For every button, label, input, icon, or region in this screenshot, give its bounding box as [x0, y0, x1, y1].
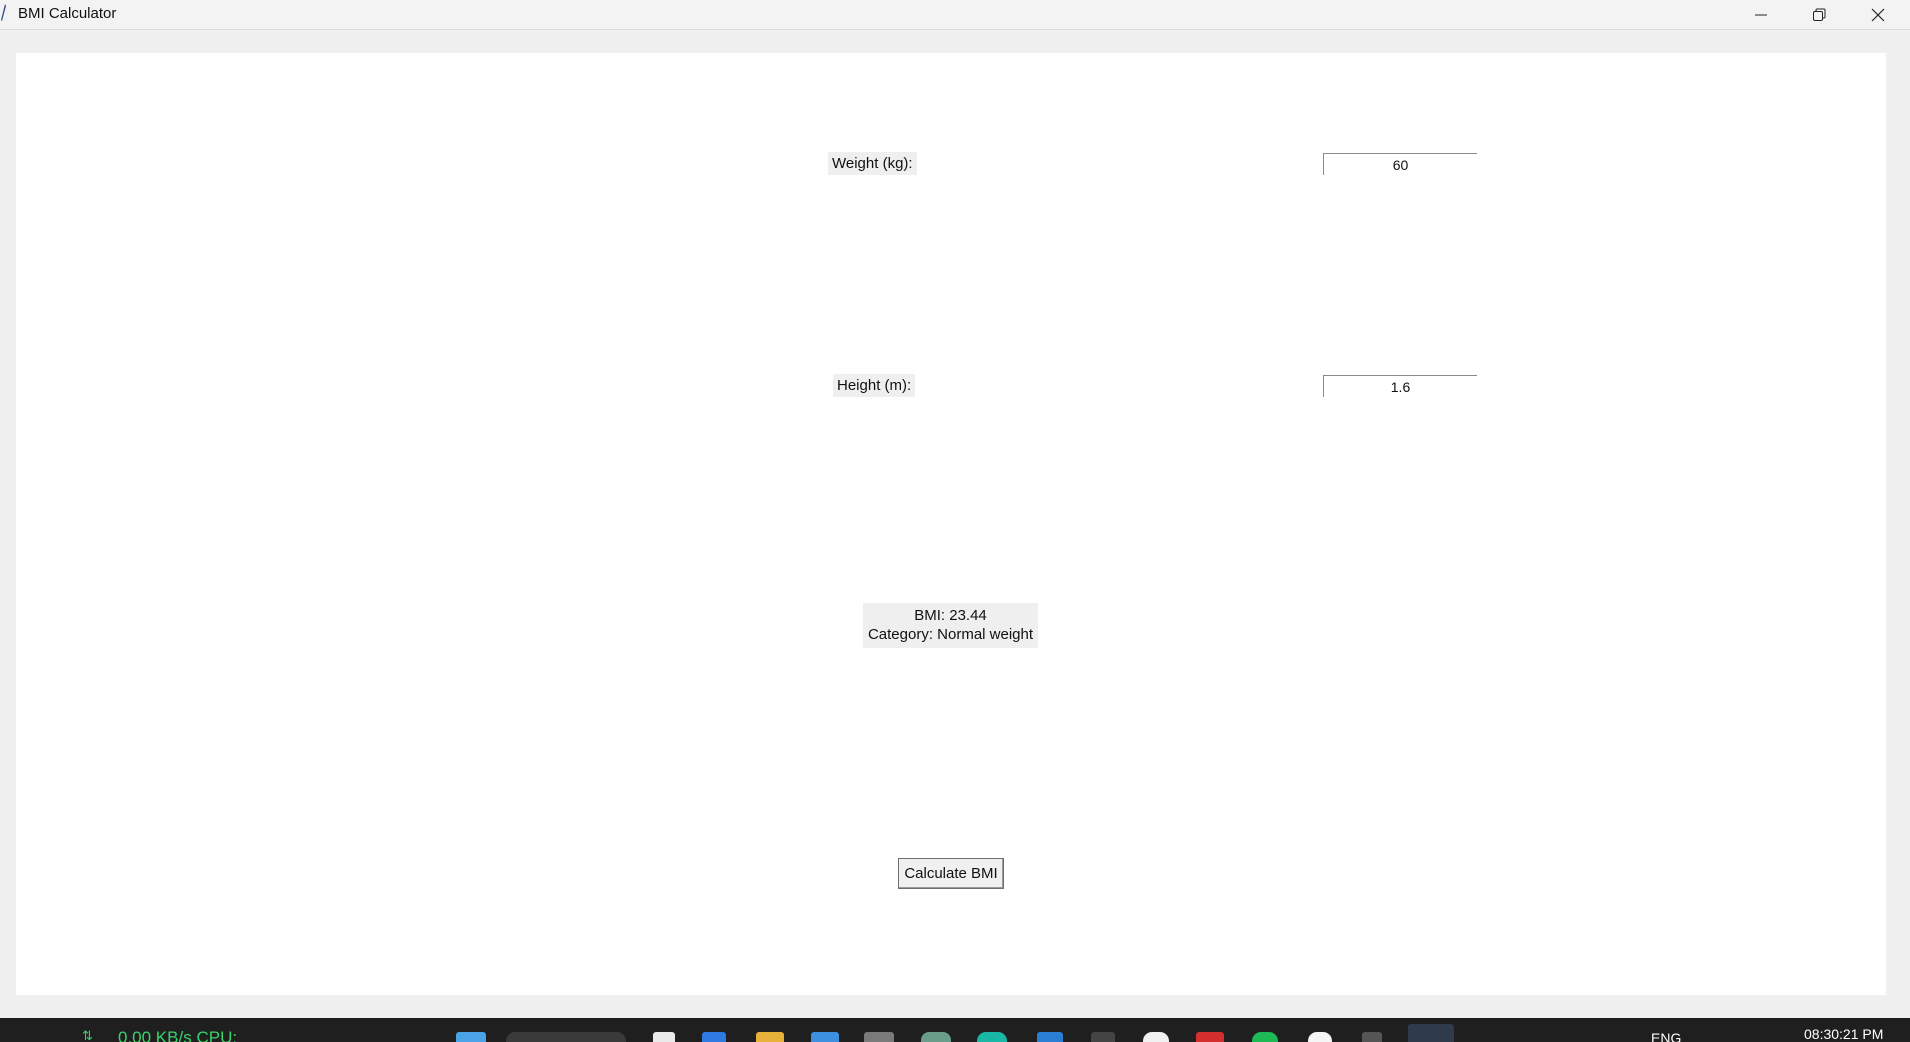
terminal-icon[interactable]	[864, 1032, 894, 1042]
close-button[interactable]	[1849, 0, 1907, 29]
white-app-icon[interactable]	[1308, 1032, 1332, 1042]
result-display: BMI: 23.44 Category: Normal weight	[863, 603, 1038, 648]
bmi-category-text: Category: Normal weight	[867, 626, 1034, 643]
network-speed: 0.00 KB/s CPU:	[118, 1028, 237, 1042]
pen-icon[interactable]	[1091, 1032, 1115, 1042]
taskbar: ⇅ 0.00 KB/s CPU: ENG 08:30:21 PM	[0, 1018, 1910, 1042]
minimize-icon	[1755, 14, 1767, 16]
app-icon[interactable]	[921, 1032, 951, 1042]
chrome-icon[interactable]	[1143, 1032, 1169, 1042]
minimize-button[interactable]	[1732, 0, 1790, 29]
bmi-value-text: BMI: 23.44	[914, 607, 987, 624]
folder-icon[interactable]	[756, 1032, 784, 1042]
cpu-label: CPU:	[196, 1028, 238, 1042]
language-indicator[interactable]: ENG	[1651, 1030, 1681, 1042]
file-icon[interactable]	[653, 1032, 675, 1042]
restore-icon	[1813, 8, 1826, 21]
search-box[interactable]	[506, 1032, 626, 1042]
app-window-body	[16, 53, 1886, 995]
upload-arrow-icon: ⇅	[82, 1029, 93, 1042]
height-input[interactable]	[1323, 375, 1477, 397]
edge-icon[interactable]	[702, 1032, 726, 1042]
feather-icon	[1, 4, 6, 21]
store-icon[interactable]	[811, 1032, 839, 1042]
weight-input[interactable]	[1323, 153, 1477, 175]
clock[interactable]: 08:30:21 PM	[1804, 1026, 1883, 1042]
teal-app-icon[interactable]	[977, 1032, 1007, 1042]
spotify-icon[interactable]	[1252, 1032, 1278, 1042]
calculate-bmi-button[interactable]: Calculate BMI	[898, 858, 1004, 889]
red-app-icon[interactable]	[1196, 1032, 1224, 1042]
window-title: BMI Calculator	[18, 5, 117, 22]
network-speed-value: 0.00 KB/s	[118, 1028, 192, 1042]
weight-label: Weight (kg):	[828, 152, 917, 175]
app-icon[interactable]	[1362, 1032, 1382, 1042]
windows-start-icon[interactable]	[456, 1032, 486, 1042]
title-bar: BMI Calculator	[0, 0, 1910, 30]
active-window-icon[interactable]	[1408, 1024, 1454, 1042]
height-label: Height (m):	[833, 374, 916, 397]
vscode-icon[interactable]	[1037, 1032, 1063, 1042]
restore-button[interactable]	[1790, 0, 1848, 29]
close-icon	[1871, 8, 1885, 22]
